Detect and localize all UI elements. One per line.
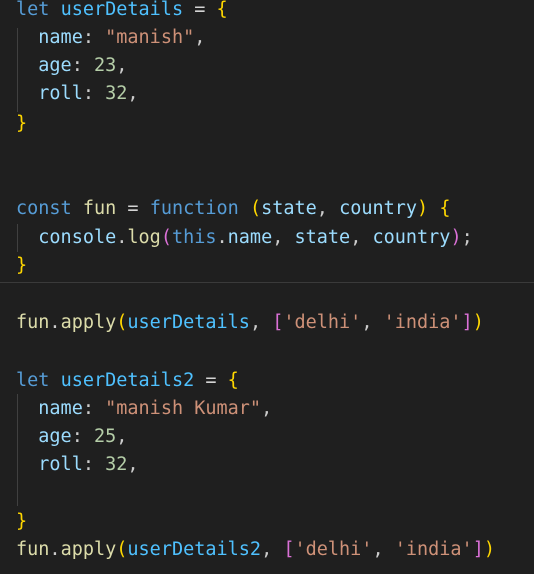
object-console: console xyxy=(38,227,117,248)
paren-close: ) xyxy=(483,539,495,560)
property-key: name xyxy=(38,398,83,419)
code-line[interactable]: } xyxy=(16,110,27,138)
bracket-close: ] xyxy=(472,539,484,560)
code-line[interactable]: name: "manish Kumar", xyxy=(16,395,272,423)
arg-user-details: userDetails xyxy=(127,312,250,333)
code-line[interactable]: let userDetails2 = { xyxy=(16,367,239,395)
brace-close: } xyxy=(16,511,28,532)
colon: : xyxy=(71,426,83,447)
arg-user-details2: userDetails2 xyxy=(127,539,262,560)
keyword-this: this xyxy=(171,227,217,248)
brace-open: { xyxy=(227,370,239,391)
keyword-let: let xyxy=(16,0,50,20)
string-value: 'india' xyxy=(394,539,473,560)
brace-open: { xyxy=(439,198,451,219)
param: state xyxy=(261,198,317,219)
code-line[interactable]: roll: 32, xyxy=(16,451,139,479)
number-value: 25 xyxy=(93,426,117,447)
property-key: age xyxy=(38,426,72,447)
paren-close: ) xyxy=(450,227,462,248)
keyword-let: let xyxy=(16,370,50,391)
paren-close: ) xyxy=(417,198,429,219)
paren-open: ( xyxy=(116,312,128,333)
method-log: log xyxy=(127,227,161,248)
variable-name: userDetails2 xyxy=(60,370,195,391)
operator: = xyxy=(205,370,217,391)
function-name: fun xyxy=(82,198,117,219)
code-line[interactable]: let userDetails = { xyxy=(16,0,228,24)
dot: . xyxy=(49,539,61,560)
string-value: "manish" xyxy=(105,27,195,48)
comma: , xyxy=(350,227,362,248)
method-apply: apply xyxy=(60,539,117,560)
comma: , xyxy=(261,398,273,419)
property-key: age xyxy=(38,55,72,76)
string-value: 'delhi' xyxy=(294,539,373,560)
arg-state: state xyxy=(294,227,351,248)
param: country xyxy=(339,198,418,219)
dot: . xyxy=(49,312,61,333)
colon: : xyxy=(82,27,94,48)
number-value: 32 xyxy=(105,454,128,475)
code-line[interactable]: roll: 32, xyxy=(16,80,139,108)
code-line[interactable]: age: 25, xyxy=(16,423,127,451)
variable-name: userDetails xyxy=(60,0,184,20)
keyword-const: const xyxy=(16,198,72,219)
comma: , xyxy=(127,454,139,475)
code-line[interactable]: } xyxy=(16,252,27,280)
brace-open: { xyxy=(216,0,228,20)
comma: , xyxy=(272,227,284,248)
string-value: 'india' xyxy=(383,312,462,333)
comma: , xyxy=(249,312,262,333)
code-editor[interactable]: let userDetails = { name: "manish", age:… xyxy=(0,0,534,574)
paren-close: ) xyxy=(472,312,484,333)
section-divider xyxy=(0,282,534,283)
number-value: 23 xyxy=(93,55,117,76)
string-value: 'delhi' xyxy=(283,312,362,333)
operator: = xyxy=(127,198,139,219)
comma: , xyxy=(316,198,328,219)
colon: : xyxy=(82,83,94,104)
code-line[interactable]: console.log(this.name, state, country); xyxy=(16,224,473,252)
dot: . xyxy=(216,227,228,248)
colon: : xyxy=(82,398,94,419)
code-line[interactable]: fun.apply(userDetails, ['delhi', 'india'… xyxy=(16,309,484,337)
bracket-close: ] xyxy=(461,312,473,333)
colon: : xyxy=(82,454,94,475)
brace-close: } xyxy=(16,255,28,276)
code-line[interactable]: age: 23, xyxy=(16,52,127,80)
bracket-open: [ xyxy=(272,312,284,333)
comma: , xyxy=(361,312,373,333)
paren-open: ( xyxy=(249,198,262,219)
comma: , xyxy=(116,426,128,447)
number-value: 32 xyxy=(105,83,128,104)
brace-close: } xyxy=(16,113,28,134)
code-line[interactable]: } xyxy=(16,508,27,536)
operator: = xyxy=(194,0,206,20)
paren-open: ( xyxy=(160,227,172,248)
string-value: "manish Kumar" xyxy=(105,398,262,419)
comma: , xyxy=(194,27,206,48)
code-line[interactable]: const fun = function (state, country) { xyxy=(16,195,450,223)
property-key: roll xyxy=(38,454,83,475)
arg-country: country xyxy=(372,227,451,248)
semicolon: ; xyxy=(461,227,473,248)
dot: . xyxy=(116,227,128,248)
object-fun: fun xyxy=(16,539,50,560)
code-line[interactable]: fun.apply(userDetails2, ['delhi', 'india… xyxy=(16,536,495,564)
object-fun: fun xyxy=(16,312,50,333)
property-key: name xyxy=(38,27,83,48)
property-key: roll xyxy=(38,83,83,104)
property-name: name xyxy=(227,227,273,248)
comma: , xyxy=(372,539,384,560)
comma: , xyxy=(261,539,273,560)
bracket-open: [ xyxy=(283,539,295,560)
paren-open: ( xyxy=(116,539,128,560)
colon: : xyxy=(71,55,83,76)
comma: , xyxy=(116,55,128,76)
comma: , xyxy=(127,83,139,104)
keyword-function: function xyxy=(149,198,239,219)
method-apply: apply xyxy=(60,312,117,333)
code-line[interactable]: name: "manish", xyxy=(16,24,205,52)
